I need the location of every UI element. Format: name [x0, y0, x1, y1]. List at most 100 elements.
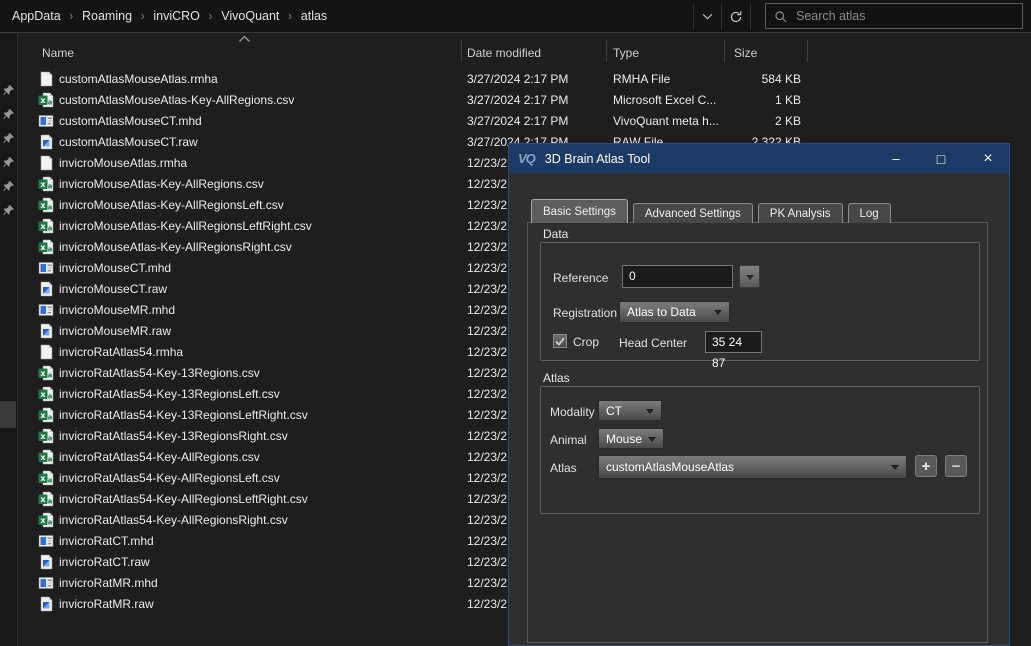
file-date: 12/23/2 — [467, 342, 507, 363]
close-button[interactable]: × — [971, 144, 1005, 173]
search-input[interactable]: Search atlas — [765, 3, 1023, 29]
file-date: 3/27/2024 2:17 PM — [467, 90, 568, 111]
dialog-title: 3D Brain Atlas Tool — [545, 152, 650, 166]
breadcrumb-item-appdata[interactable]: AppData — [12, 9, 61, 23]
svg-text:a: a — [48, 498, 53, 506]
breadcrumb-item-atlas[interactable]: atlas — [301, 9, 327, 23]
crop-checkbox[interactable] — [553, 334, 567, 348]
breadcrumb-item-invicro[interactable]: inviCRO — [153, 9, 200, 23]
csv-file-icon: ax — [38, 428, 54, 444]
file-name: invicroRatAtlas54-Key-AllRegions.csv — [59, 447, 260, 468]
mhd-file-icon — [38, 260, 54, 276]
file-date: 12/23/2 — [467, 447, 507, 468]
svg-text:x: x — [40, 390, 46, 399]
column-header-size[interactable]: Size — [734, 46, 757, 60]
file-name: customAtlasMouseAtlas.rmha — [59, 69, 218, 90]
address-dropdown-button[interactable] — [693, 3, 722, 30]
minimize-button[interactable]: – — [879, 144, 913, 173]
file-name: invicroMouseAtlas-Key-AllRegionsLeft.csv — [59, 195, 284, 216]
mhd-file-icon — [38, 575, 54, 591]
raw-file-icon — [38, 281, 54, 297]
file-date: 12/23/2 — [467, 552, 507, 573]
file-size: 584 KB — [689, 69, 801, 90]
animal-select[interactable]: Mouse — [598, 428, 664, 449]
search-placeholder: Search atlas — [796, 9, 865, 23]
file-name: invicroRatMR.mhd — [59, 573, 158, 594]
column-header-type[interactable]: Type — [613, 46, 639, 60]
csv-file-icon: ax — [38, 449, 54, 465]
csv-file-icon: ax — [38, 407, 54, 423]
registration-select[interactable]: Atlas to Data — [619, 301, 730, 323]
column-header-date[interactable]: Date modified — [467, 46, 541, 60]
column-header-name[interactable]: Name — [42, 46, 74, 60]
tab-basic-settings[interactable]: Basic Settings — [531, 199, 628, 223]
reference-dropdown-button[interactable] — [739, 265, 760, 288]
table-row[interactable]: axcustomAtlasMouseAtlas-Key-AllRegions.c… — [19, 90, 1031, 111]
pushpin-icon — [2, 108, 15, 121]
svg-text:a: a — [48, 435, 53, 443]
chevron-down-icon — [714, 310, 722, 315]
file-name: invicroRatAtlas54-Key-13RegionsLeftRight… — [59, 405, 308, 426]
maximize-button[interactable]: □ — [924, 144, 958, 173]
pushpin-icon — [2, 156, 15, 169]
sort-ascending-icon — [238, 35, 251, 43]
file-date: 12/23/2 — [467, 321, 507, 342]
file-name: invicroMouseAtlas.rmha — [59, 153, 187, 174]
svg-text:x: x — [40, 411, 46, 420]
file-name: invicroMouseAtlas-Key-AllRegionsLeftRigh… — [59, 216, 312, 237]
svg-text:a: a — [48, 204, 53, 212]
reference-input[interactable]: 0 — [622, 265, 733, 288]
chevron-down-icon — [891, 465, 899, 470]
svg-text:a: a — [48, 477, 53, 485]
chevron-down-icon — [702, 13, 713, 20]
table-row[interactable]: customAtlasMouseAtlas.rmha3/27/2024 2:17… — [19, 69, 1031, 90]
remove-atlas-button[interactable]: − — [945, 455, 967, 477]
file-name: invicroMouseMR.mhd — [59, 300, 175, 321]
registration-value: Atlas to Data — [627, 305, 696, 319]
table-row[interactable]: customAtlasMouseCT.mhd3/27/2024 2:17 PMV… — [19, 111, 1031, 132]
chevron-down-icon — [646, 409, 654, 414]
tab-pk-analysis[interactable]: PK Analysis — [758, 203, 843, 223]
file-type: RMHA File — [613, 69, 670, 90]
svg-text:x: x — [40, 495, 46, 504]
dialog-titlebar[interactable]: VQ 3D Brain Atlas Tool – □ × — [509, 144, 1009, 173]
file-date: 12/23/2 — [467, 426, 507, 447]
breadcrumb-separator-icon: › — [141, 9, 144, 23]
file-date: 12/23/2 — [467, 300, 507, 321]
file-name: invicroMouseCT.mhd — [59, 258, 171, 279]
atlas-group-title: Atlas — [543, 371, 570, 385]
file-date: 12/23/2 — [467, 594, 507, 615]
modality-select[interactable]: CT — [598, 400, 662, 421]
file-date: 3/27/2024 2:17 PM — [467, 111, 568, 132]
tab-log[interactable]: Log — [848, 203, 891, 223]
file-size: 2 KB — [689, 111, 801, 132]
check-icon — [555, 337, 565, 346]
csv-file-icon: ax — [38, 365, 54, 381]
file-date: 12/23/2 — [467, 216, 507, 237]
atlas-select[interactable]: customAtlasMouseAtlas — [598, 455, 907, 479]
pushpin-icon — [2, 84, 15, 97]
file-name: invicroRatAtlas54-Key-AllRegionsLeftRigh… — [59, 489, 308, 510]
file-name: invicroMouseMR.raw — [59, 321, 171, 342]
breadcrumb-item-vivoquant[interactable]: VivoQuant — [221, 9, 279, 23]
breadcrumb-item-roaming[interactable]: Roaming — [82, 9, 132, 23]
svg-text:x: x — [40, 516, 46, 525]
svg-text:a: a — [48, 99, 53, 107]
svg-text:a: a — [48, 393, 53, 401]
reference-label: Reference — [553, 271, 608, 285]
tab-advanced-settings[interactable]: Advanced Settings — [633, 203, 753, 223]
rail-scrollbar-thumb[interactable] — [0, 401, 16, 428]
file-name: customAtlasMouseAtlas-Key-AllRegions.csv — [59, 90, 294, 111]
svg-text:a: a — [48, 246, 53, 254]
file-date: 12/23/2 — [467, 237, 507, 258]
file-name: customAtlasMouseCT.mhd — [59, 111, 202, 132]
file-date: 12/23/2 — [467, 531, 507, 552]
refresh-button[interactable] — [722, 3, 751, 30]
svg-text:x: x — [40, 453, 46, 462]
csv-file-icon: ax — [38, 491, 54, 507]
add-atlas-button[interactable]: + — [915, 455, 937, 477]
file-name: invicroRatCT.mhd — [59, 531, 154, 552]
head-center-input[interactable]: 35 24 87 — [705, 331, 762, 353]
file-date: 12/23/2 — [467, 174, 507, 195]
dialog-tabs: Basic SettingsAdvanced SettingsPK Analys… — [531, 199, 891, 223]
